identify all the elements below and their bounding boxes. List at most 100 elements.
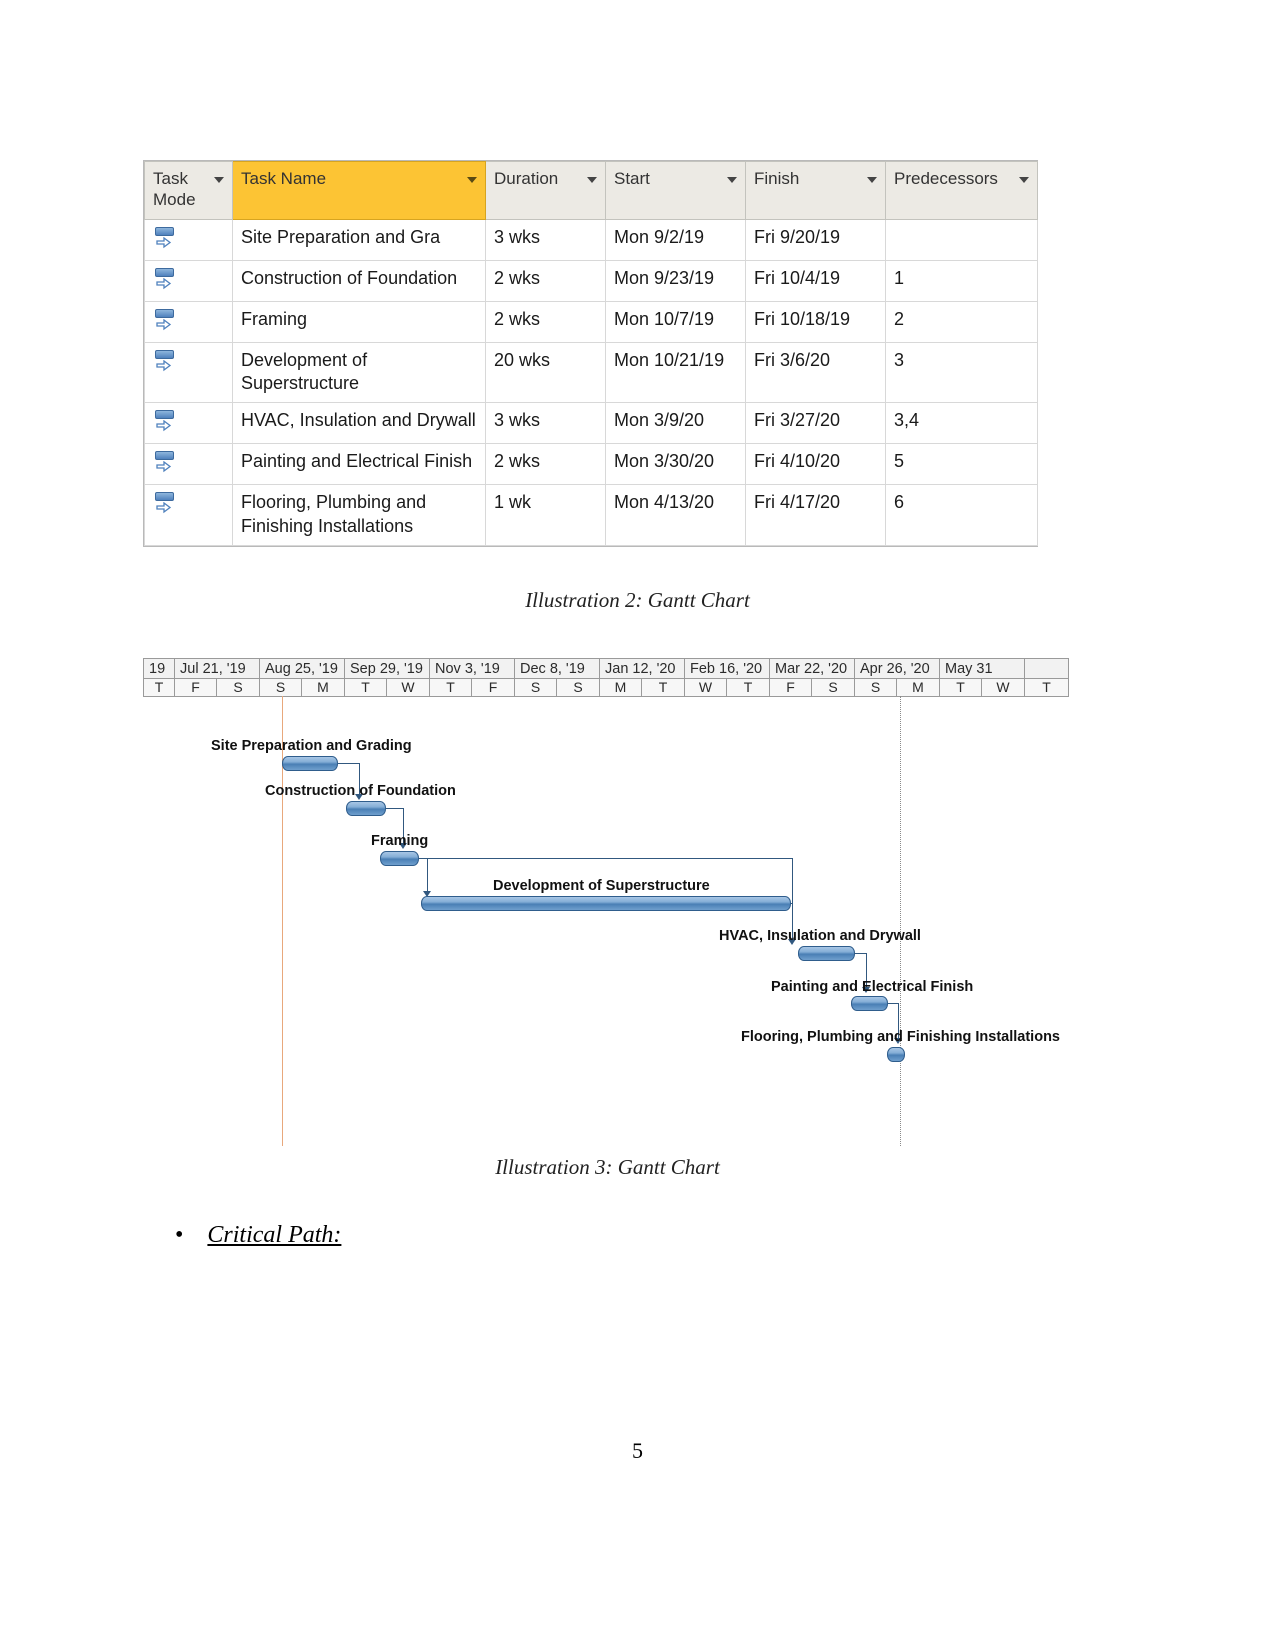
gantt-bar-framing[interactable] [380, 851, 419, 866]
column-header-label: Predecessors [894, 169, 998, 188]
table-row[interactable]: Development of Superstructure 20 wks Mon… [144, 341, 1038, 403]
gantt-bar-flooring-plumbing-and-finishing-installations[interactable] [887, 1047, 905, 1062]
cell-finish: Fri 3/6/20 [745, 341, 886, 403]
cell-task-mode[interactable] [144, 300, 233, 343]
critical-path-bullet-item: • Critical Path: [175, 1222, 875, 1249]
gantt-task-label-hvac-insulation-and-drywall: HVAC, Insulation and Drywall [719, 928, 921, 944]
gantt-day-label: S [515, 679, 557, 696]
cell-finish: Fri 3/27/20 [745, 402, 886, 444]
gantt-week-row: 19 Jul 21, '19 Aug 25, '19 Sep 29, '19 N… [143, 658, 1069, 679]
cell-task-mode[interactable] [144, 259, 233, 302]
auto-scheduled-icon [153, 226, 179, 254]
table-row[interactable]: HVAC, Insulation and Drywall 3 wks Mon 3… [144, 402, 1038, 444]
gantt-day-label: S [855, 679, 897, 696]
gantt-bar-hvac-insulation-and-drywall[interactable] [798, 946, 855, 961]
chevron-down-icon[interactable] [727, 177, 737, 183]
bullet-icon: • [175, 1222, 184, 1248]
gantt-week-label: Jan 12, '20 [600, 659, 685, 678]
cell-predecessors: 6 [885, 484, 1038, 546]
cell-task-name: Development of Superstructure [232, 341, 486, 403]
cell-task-name: HVAC, Insulation and Drywall [232, 402, 486, 444]
column-header-task-name[interactable]: Task Name [232, 161, 486, 220]
chevron-down-icon[interactable] [467, 177, 477, 183]
gantt-week-label: Nov 3, '19 [430, 659, 515, 678]
gantt-day-label: W [982, 679, 1025, 696]
cell-task-mode[interactable] [144, 341, 233, 403]
page-number: 5 [632, 1438, 643, 1463]
gantt-day-label: T [1025, 679, 1069, 696]
chevron-down-icon[interactable] [587, 177, 597, 183]
column-header-start[interactable]: Start [605, 161, 746, 220]
caption-illustration-3: Illustration 3: Gantt Chart [495, 1155, 720, 1179]
chevron-down-icon[interactable] [1019, 177, 1029, 183]
gantt-task-label-development-of-superstructure: Development of Superstructure [493, 878, 710, 894]
table-row[interactable]: Painting and Electrical Finish 2 wks Mon… [144, 443, 1038, 485]
cell-finish: Fri 4/10/20 [745, 443, 886, 485]
column-header-duration[interactable]: Duration [485, 161, 606, 220]
gantt-task-label-construction-of-foundation: Construction of Foundation [265, 783, 456, 799]
cell-predecessors [885, 218, 1038, 261]
cell-finish: Fri 4/17/20 [745, 484, 886, 546]
gantt-week-label: Dec 8, '19 [515, 659, 600, 678]
gantt-week-label [1025, 659, 1069, 678]
gantt-week-label: Feb 16, '20 [685, 659, 770, 678]
gantt-task-label-painting-and-electrical-finish: Painting and Electrical Finish [771, 979, 974, 995]
cell-start: Mon 9/2/19 [605, 218, 746, 261]
auto-scheduled-icon [153, 267, 179, 295]
gantt-day-row: T F S S M T W T F S S M T W T F S S M T [143, 679, 1069, 697]
table-row[interactable]: Construction of Foundation 2 wks Mon 9/2… [144, 259, 1038, 302]
cell-task-name: Construction of Foundation [232, 259, 486, 302]
cell-predecessors: 5 [885, 443, 1038, 485]
cell-predecessors: 3 [885, 341, 1038, 403]
column-header-label: Start [614, 169, 650, 188]
cell-task-mode[interactable] [144, 402, 233, 444]
gantt-day-label: S [260, 679, 302, 696]
column-header-label: Duration [494, 169, 559, 188]
gantt-bar-painting-and-electrical-finish[interactable] [851, 996, 888, 1011]
gantt-task-label-site-preparation-and-grading: Site Preparation and Grading [211, 738, 412, 754]
gantt-day-label: M [600, 679, 642, 696]
gantt-day-label: T [940, 679, 982, 696]
status-date-line [900, 696, 901, 1146]
gantt-day-label: M [897, 679, 940, 696]
auto-scheduled-icon [153, 349, 179, 377]
gantt-week-label: 19 [143, 659, 175, 678]
cell-predecessors: 1 [885, 259, 1038, 302]
cell-task-mode[interactable] [144, 218, 233, 261]
chevron-down-icon[interactable] [214, 177, 224, 183]
chevron-down-icon[interactable] [867, 177, 877, 183]
link-line [419, 858, 792, 859]
column-header-label: Task Mode [153, 169, 196, 210]
link-line [386, 808, 403, 809]
gantt-day-label: T [430, 679, 472, 696]
gantt-week-label: May 31 [940, 659, 1025, 678]
gantt-day-label: T [642, 679, 685, 696]
gantt-week-label: Mar 22, '20 [770, 659, 855, 678]
gantt-day-label: F [175, 679, 217, 696]
cell-task-name: Site Preparation and Gra [232, 218, 486, 261]
gantt-bar-development-of-superstructure[interactable] [421, 896, 791, 911]
table-row[interactable]: Framing 2 wks Mon 10/7/19 Fri 10/18/19 2 [144, 300, 1038, 343]
column-header-predecessors[interactable]: Predecessors [885, 161, 1038, 220]
cell-task-mode[interactable] [144, 484, 233, 546]
gantt-chart: 19 Jul 21, '19 Aug 25, '19 Sep 29, '19 N… [143, 658, 1069, 1148]
cell-task-name: Flooring, Plumbing and Finishing Install… [232, 484, 486, 546]
gantt-bar-construction-of-foundation[interactable] [346, 801, 386, 816]
gantt-day-label: M [302, 679, 345, 696]
cell-duration: 2 wks [485, 443, 606, 485]
cell-duration: 3 wks [485, 218, 606, 261]
gantt-week-label: Jul 21, '19 [175, 659, 260, 678]
column-header-task-mode[interactable]: Task Mode [144, 161, 233, 220]
gantt-timeline-header: 19 Jul 21, '19 Aug 25, '19 Sep 29, '19 N… [143, 658, 1069, 697]
link-line [791, 903, 793, 904]
table-row[interactable]: Site Preparation and Gra 3 wks Mon 9/2/1… [144, 218, 1038, 261]
cell-task-mode[interactable] [144, 443, 233, 485]
gantt-bar-site-preparation-and-grading[interactable] [282, 756, 338, 771]
gantt-day-label: T [143, 679, 175, 696]
cell-finish: Fri 10/4/19 [745, 259, 886, 302]
table-row[interactable]: Flooring, Plumbing and Finishing Install… [144, 484, 1038, 546]
column-header-label: Task Name [241, 169, 327, 188]
column-header-finish[interactable]: Finish [745, 161, 886, 220]
cell-predecessors: 2 [885, 300, 1038, 343]
cell-duration: 2 wks [485, 300, 606, 343]
